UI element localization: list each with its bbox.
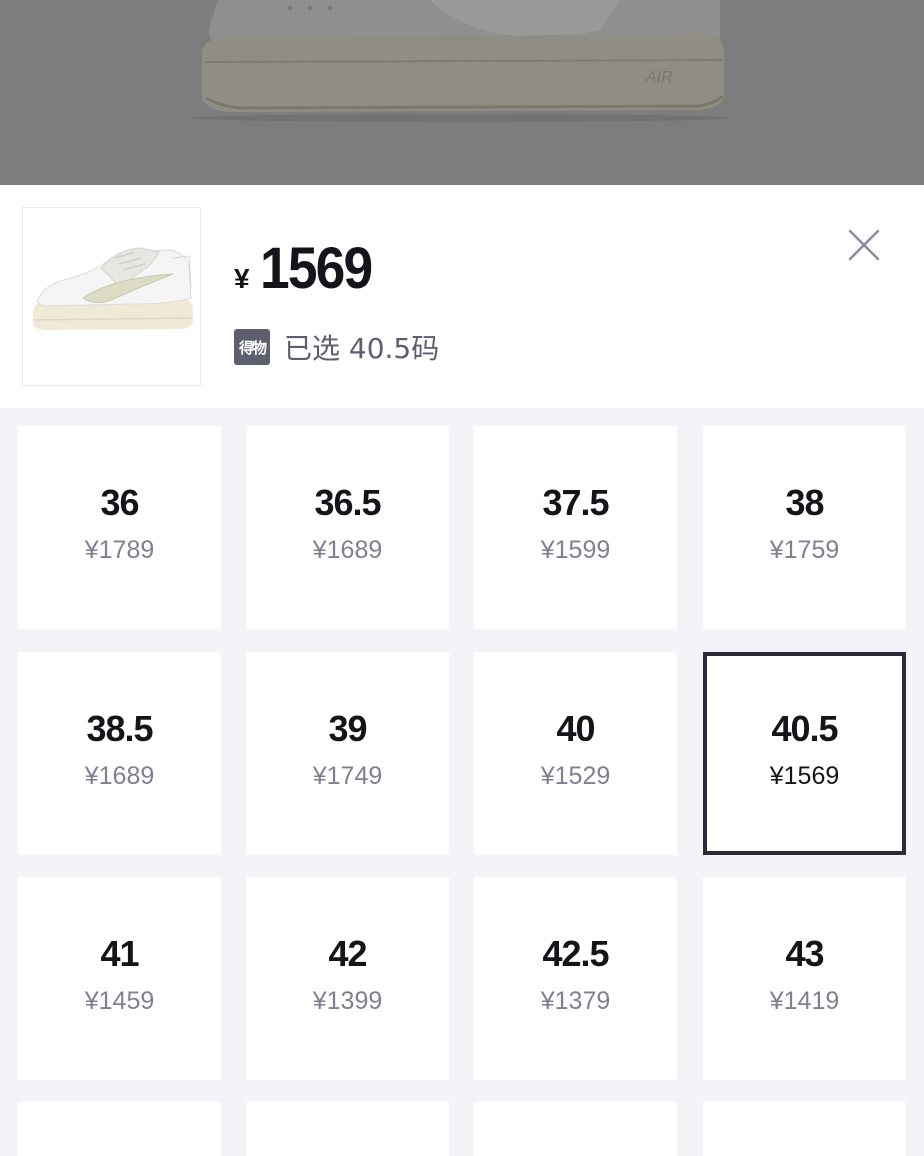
size-option[interactable] [18, 1102, 221, 1156]
sheet-header: ¥ 1569 得物 已选 40.5码 [0, 185, 924, 408]
sneaker-thumbnail-image [32, 247, 193, 330]
selected-size-text: 已选 40.5码 [284, 332, 440, 365]
size-label: 38 [785, 482, 824, 523]
size-label: 42.5 [542, 933, 609, 974]
size-label: 41 [100, 933, 139, 974]
currency-symbol: ¥ [234, 263, 250, 294]
size-price: ¥1459 [84, 987, 155, 1015]
size-option[interactable]: 42.5 ¥1379 [474, 877, 677, 1080]
size-option[interactable]: 37.5 ¥1599 [474, 426, 677, 629]
product-image-backdrop: AIR [0, 0, 924, 186]
size-picker-sheet: ¥ 1569 得物 已选 40.5码 36 ¥1789 36.5 ¥1689 3… [0, 185, 924, 1156]
size-label: 37.5 [542, 482, 609, 523]
svg-text:AIR: AIR [645, 69, 673, 86]
size-label: 36 [100, 482, 139, 523]
size-price: ¥1529 [540, 762, 611, 790]
size-option[interactable] [703, 1102, 906, 1156]
size-label: 36.5 [314, 482, 381, 523]
sneaker-photo: AIR [192, 0, 732, 122]
product-thumbnail [22, 207, 201, 386]
size-label: 43 [785, 933, 824, 974]
size-option[interactable]: 38.5 ¥1689 [18, 652, 221, 855]
brand-badge-icon: 得物 [234, 329, 270, 365]
size-label: 42 [328, 933, 367, 974]
size-price: ¥1749 [312, 762, 383, 790]
size-price: ¥1419 [769, 987, 840, 1015]
size-option[interactable]: 36.5 ¥1689 [246, 426, 449, 629]
size-option[interactable]: 38 ¥1759 [703, 426, 906, 629]
size-price: ¥1379 [540, 987, 611, 1015]
size-price: ¥1399 [312, 987, 383, 1015]
size-label: 40.5 [771, 708, 838, 749]
selected-price: 1569 [259, 236, 373, 301]
size-label: 39 [328, 708, 367, 749]
size-option-selected[interactable]: 40.5 ¥1569 [703, 652, 906, 855]
size-label: 38.5 [86, 708, 153, 749]
size-option[interactable]: 36 ¥1789 [18, 426, 221, 629]
close-icon [848, 229, 880, 261]
size-option[interactable]: 43 ¥1419 [703, 877, 906, 1080]
size-option[interactable] [474, 1102, 677, 1156]
size-price: ¥1599 [540, 536, 611, 564]
size-label: 40 [556, 708, 595, 749]
selected-size-info: 得物 已选 40.5码 [234, 329, 439, 365]
price-display: ¥ 1569 [234, 235, 381, 301]
size-option[interactable]: 42 ¥1399 [246, 877, 449, 1080]
size-price: ¥1689 [312, 536, 383, 564]
size-option[interactable]: 41 ¥1459 [18, 877, 221, 1080]
size-price: ¥1689 [84, 762, 155, 790]
size-option[interactable] [246, 1102, 449, 1156]
size-option[interactable]: 39 ¥1749 [246, 652, 449, 855]
size-price: ¥1759 [769, 536, 840, 564]
size-price: ¥1569 [769, 762, 840, 790]
size-price: ¥1789 [84, 536, 155, 564]
close-button[interactable] [842, 223, 886, 267]
size-option[interactable]: 40 ¥1529 [474, 652, 677, 855]
